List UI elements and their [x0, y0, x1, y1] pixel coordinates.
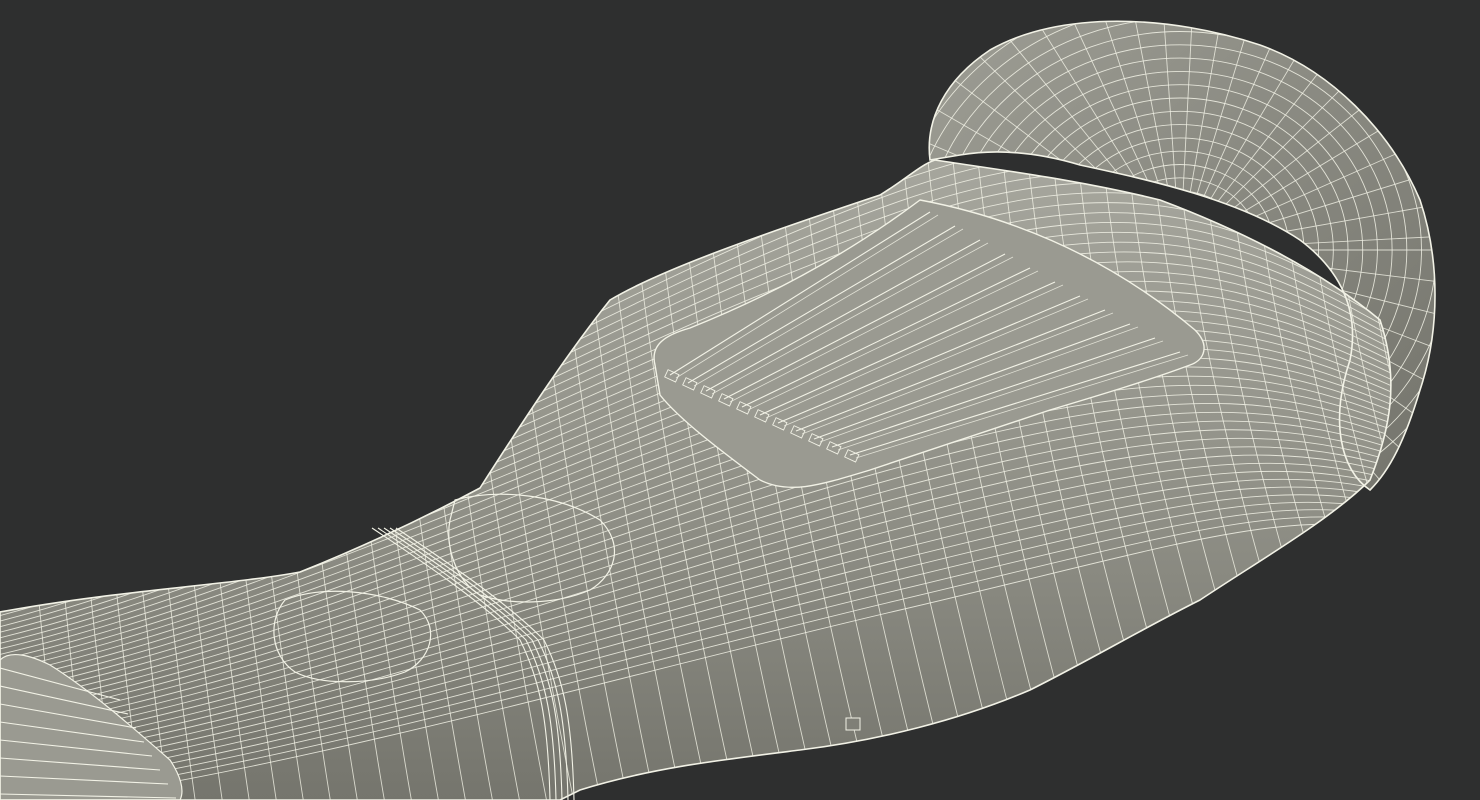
charge-port [845, 717, 861, 731]
render-viewport [0, 0, 1480, 800]
hoverboard-wireframe [0, 0, 1480, 800]
